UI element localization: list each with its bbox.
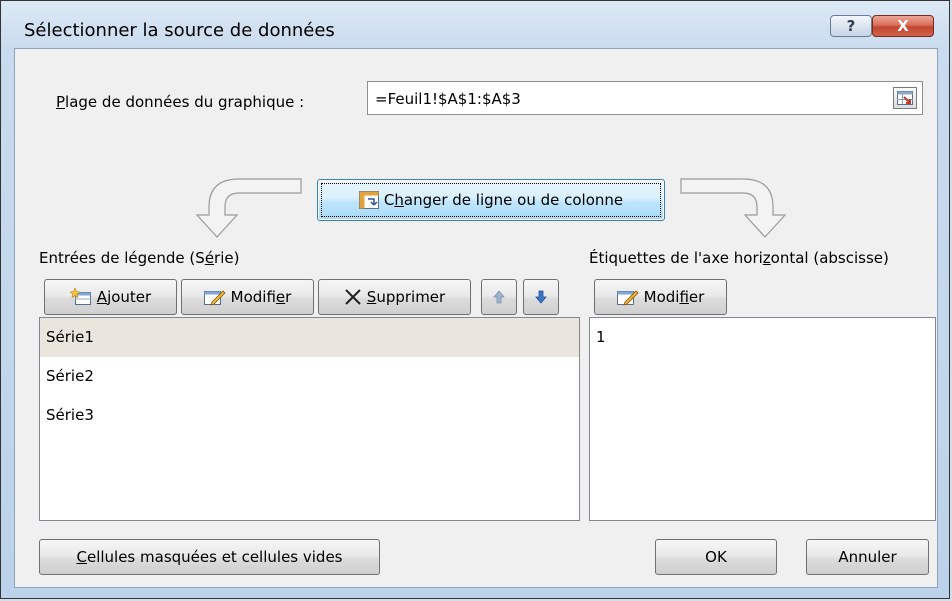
edit-axis-labels-button[interactable]: Modifier [594,279,727,315]
list-item[interactable]: 1 [590,318,935,357]
edit-series-label: Modifier [230,288,292,306]
move-down-button[interactable] [523,279,559,315]
legend-entries-label: Entrées de légende (Série) [39,249,240,267]
select-data-source-dialog: Sélectionner la source de données ? X Pl… [0,0,950,599]
dialog-title: Sélectionner la source de données [24,20,335,41]
edit-axis-labels-label: Modifier [643,288,705,306]
list-item[interactable]: Série3 [40,396,579,435]
close-icon: X [897,17,909,35]
range-picker-button[interactable] [893,87,917,109]
delete-series-button[interactable]: Supprimer [318,279,471,315]
add-series-button[interactable]: Ajouter [44,279,177,315]
chart-range-label: Plage de données du graphique : [56,93,305,111]
add-icon [69,288,91,305]
focus-rectangle [321,183,661,217]
title-bar: Sélectionner la source de données ? X [1,1,949,47]
cancel-button[interactable]: Annuler [806,539,929,575]
list-item[interactable]: Série1 [40,318,579,357]
move-up-icon [493,290,505,304]
move-down-icon [535,290,547,304]
move-up-button[interactable] [481,279,517,315]
ok-button[interactable]: OK [655,539,777,575]
chart-range-input[interactable]: =Feuil1!$A$1:$A$3 [367,81,923,115]
close-button[interactable]: X [872,15,934,37]
axis-labels-list[interactable]: 1 [589,317,936,521]
range-picker-icon [897,91,913,105]
hidden-empty-cells-label: Cellules masquées et cellules vides [76,548,343,566]
horizontal-axis-labels-label: Étiquettes de l'axe horizontal (abscisse… [589,249,889,267]
hidden-empty-cells-button[interactable]: Cellules masquées et cellules vides [39,539,380,575]
edit-series-button[interactable]: Modifier [181,279,314,315]
dialog-body: Plage de données du graphique : =Feuil1!… [14,48,938,588]
curved-arrow-left-icon [195,178,302,238]
edit-icon [616,290,639,306]
help-button[interactable]: ? [830,15,872,37]
delete-series-label: Supprimer [366,288,446,306]
delete-icon [345,289,361,305]
add-series-label: Ajouter [96,288,152,306]
list-item[interactable]: Série2 [40,357,579,396]
switch-row-column-button[interactable]: Changer de ligne ou de colonne [317,179,665,221]
chart-range-value: =Feuil1!$A$1:$A$3 [375,90,521,108]
edit-icon [203,290,226,306]
series-list[interactable]: Série1 Série2 Série3 [39,317,580,521]
curved-arrow-right-icon [680,178,787,238]
help-icon: ? [846,17,856,35]
